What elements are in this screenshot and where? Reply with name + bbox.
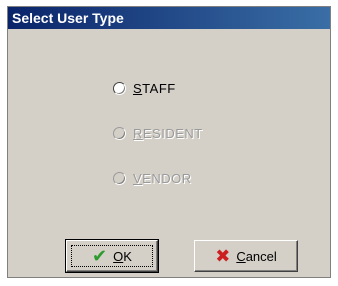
radio-resident-label: RESIDENT — [133, 125, 203, 141]
radio-button-icon[interactable] — [113, 81, 126, 95]
radio-resident: RESIDENT — [113, 123, 203, 143]
ok-button[interactable]: ✔ OK — [65, 239, 159, 273]
radio-staff-label: STAFF — [133, 80, 176, 96]
x-icon: ✖ — [215, 246, 231, 266]
radio-staff[interactable]: STAFF — [113, 78, 203, 98]
select-user-type-dialog: Select User Type STAFF RESIDENT VENDOR ✔… — [7, 6, 331, 278]
user-type-options: STAFF RESIDENT VENDOR — [113, 78, 203, 213]
radio-vendor-label: VENDOR — [133, 170, 192, 186]
dialog-title: Select User Type — [8, 7, 330, 29]
cancel-button-label: Cancel — [236, 248, 277, 264]
radio-button-icon — [113, 126, 126, 140]
radio-vendor: VENDOR — [113, 168, 203, 188]
focus-rectangle — [71, 245, 153, 267]
radio-button-icon — [113, 171, 126, 185]
cancel-button[interactable]: ✖ Cancel — [194, 240, 298, 272]
